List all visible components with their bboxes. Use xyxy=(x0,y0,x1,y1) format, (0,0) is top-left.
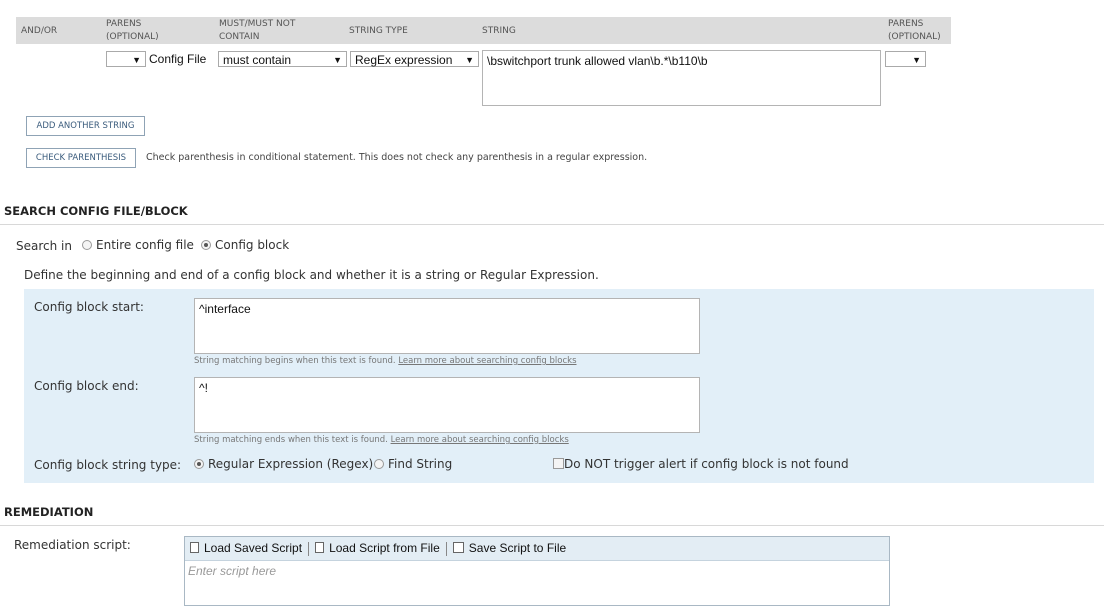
must-contain-select[interactable]: must contain ▼ xyxy=(218,51,347,67)
learn-more-link[interactable]: Learn more about searching config blocks xyxy=(398,356,576,366)
header-parens-close: PARENS (OPTIONAL) xyxy=(888,19,941,42)
radio-config-block[interactable]: Config block xyxy=(201,238,289,252)
radio-regex[interactable]: Regular Expression (Regex) xyxy=(194,457,373,471)
save-script-to-file-button[interactable]: Save Script to File xyxy=(452,537,566,560)
section-divider xyxy=(0,224,1104,225)
document-icon xyxy=(190,542,199,553)
search-section-title: SEARCH CONFIG FILE/BLOCK xyxy=(4,204,188,218)
header-must-contain: MUST/MUST NOT CONTAIN xyxy=(219,19,296,42)
block-string-type-label: Config block string type: xyxy=(34,458,182,472)
toolbar-separator xyxy=(445,541,447,556)
script-textarea[interactable]: Enter script here xyxy=(185,561,889,581)
block-end-input[interactable]: ^! xyxy=(194,377,700,433)
block-end-help: String matching ends when this text is f… xyxy=(194,435,569,445)
condition-target-label: Config File xyxy=(149,52,207,66)
add-another-string-button[interactable]: ADD ANOTHER STRING xyxy=(26,116,145,136)
header-string-type: STRING TYPE xyxy=(349,26,408,36)
header-parens-open: PARENS (OPTIONAL) xyxy=(106,19,159,42)
string-input[interactable]: \bswitchport trunk allowed vlan\b.*\b110… xyxy=(482,50,881,106)
close-paren-select[interactable]: ▼ xyxy=(885,51,926,67)
open-paren-select[interactable]: ▼ xyxy=(106,51,146,67)
section-divider xyxy=(0,525,1104,526)
radio-find-string-dot xyxy=(374,459,384,469)
remediation-section-title: REMEDIATION xyxy=(4,505,94,519)
conditions-table-header: AND/OR PARENS (OPTIONAL) MUST/MUST NOT C… xyxy=(16,17,951,44)
toolbar-separator xyxy=(308,541,310,556)
remediation-script-label: Remediation script: xyxy=(14,538,131,552)
script-editor: Load Saved Script Load Script from File Sa… xyxy=(184,536,890,606)
no-trigger-checkbox[interactable]: Do NOT trigger alert if config block is … xyxy=(553,457,849,471)
load-saved-script-button[interactable]: Load Saved Script xyxy=(190,537,302,560)
check-parenthesis-button[interactable]: CHECK PARENTHESIS xyxy=(26,148,136,168)
script-toolbar: Load Saved Script Load Script from File Sa… xyxy=(185,537,889,561)
open-file-icon xyxy=(315,542,325,553)
checkbox-box xyxy=(553,458,564,469)
radio-regex-dot xyxy=(194,459,204,469)
chevron-down-icon: ▼ xyxy=(333,55,342,65)
load-script-from-file-button[interactable]: Load Script from File xyxy=(315,537,440,560)
learn-more-link[interactable]: Learn more about searching config blocks xyxy=(391,435,569,445)
chevron-down-icon: ▼ xyxy=(465,55,474,65)
check-parenthesis-note: Check parenthesis in conditional stateme… xyxy=(146,152,648,163)
block-end-label: Config block end: xyxy=(34,379,139,393)
header-string: STRING xyxy=(482,26,516,36)
radio-entire-config[interactable]: Entire config file xyxy=(82,238,194,252)
block-start-help: String matching begins when this text is… xyxy=(194,356,577,366)
search-in-label: Search in xyxy=(16,239,72,253)
chevron-down-icon: ▼ xyxy=(132,55,141,65)
chevron-down-icon: ▼ xyxy=(912,55,921,65)
radio-find-string[interactable]: Find String xyxy=(374,457,452,471)
radio-config-block-dot xyxy=(201,240,211,250)
header-and-or: AND/OR xyxy=(21,26,58,36)
save-icon xyxy=(452,542,464,553)
block-start-input[interactable]: ^interface xyxy=(194,298,700,354)
block-start-label: Config block start: xyxy=(34,300,144,314)
config-block-description: Define the beginning and end of a config… xyxy=(24,268,599,282)
string-type-select[interactable]: RegEx expression ▼ xyxy=(350,51,479,67)
radio-entire-config-dot xyxy=(82,240,92,250)
